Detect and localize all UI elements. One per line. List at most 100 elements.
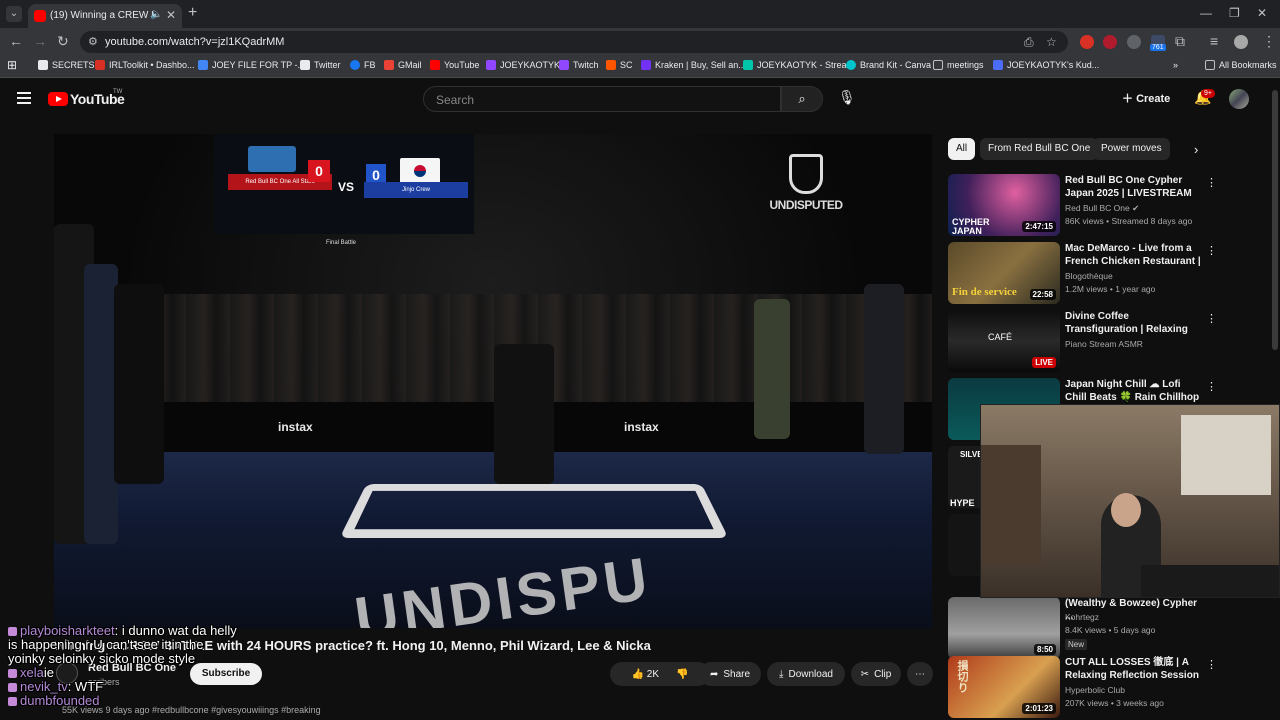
bookmark-item[interactable]: SC	[606, 60, 633, 70]
more-vert-icon[interactable]: ⋮	[1206, 658, 1217, 671]
back-icon[interactable]: ←	[9, 33, 23, 49]
microphone-icon[interactable]: 🎙	[838, 89, 856, 106]
rec-meta: 207K views • 3 weeks ago	[1065, 698, 1164, 708]
profile-icon[interactable]	[1234, 35, 1248, 49]
rec-channel: Piano Stream ASMR	[1065, 339, 1143, 349]
thumbs-down-icon[interactable]: 👎	[676, 669, 688, 680]
bookmark-item[interactable]: GMail	[384, 60, 422, 70]
reload-icon[interactable]: ↻	[57, 33, 69, 50]
more-vert-icon[interactable]: ⋮	[1206, 312, 1217, 325]
like-dislike-group: 👍 2K 👎	[610, 662, 710, 686]
extension-icon[interactable]	[1127, 35, 1141, 49]
bookmark-item[interactable]: YouTube	[430, 60, 479, 70]
extensions-puzzle-icon[interactable]: ⧉	[1175, 33, 1185, 50]
tab-close-icon[interactable]: ✕	[166, 8, 176, 22]
plus-icon: ＋	[1122, 93, 1137, 105]
chat-username: playboisharkteet	[20, 623, 115, 638]
browser-menu-icon[interactable]: ⋮	[1262, 33, 1276, 50]
video-thumbnail[interactable]: Fin de service 22:58	[948, 242, 1060, 304]
bookmark-item[interactable]: JOEYKAOTYK	[486, 60, 560, 70]
chip-all[interactable]: All	[948, 138, 976, 160]
clip-button[interactable]: ✂ Clip	[851, 662, 901, 686]
forward-icon[interactable]: →	[33, 33, 47, 49]
bookmark-item[interactable]: JOEYKAOTYK's Kud...	[993, 60, 1099, 70]
bookmark-item[interactable]: SECRETS	[38, 60, 95, 70]
webcam-shelf	[981, 445, 1041, 565]
address-bar[interactable]: ⚙ youtube.com/watch?v=jzl1KQadrMM ⎙ ☆	[80, 31, 1068, 53]
avatar[interactable]	[1229, 89, 1249, 109]
x-logo-icon	[300, 60, 310, 70]
bookmark-item[interactable]: meetings	[933, 60, 984, 70]
extension-badge: 761	[1150, 44, 1166, 51]
all-bookmarks[interactable]: All Bookmarks	[1205, 60, 1277, 70]
more-actions-button[interactable]: ⋯	[907, 662, 933, 686]
bookmark-item[interactable]: Kraken | Buy, Sell an...	[641, 60, 746, 70]
video-duration: 8:50	[1033, 644, 1056, 655]
rec-channel: Red Bull BC One ✔	[1065, 203, 1139, 214]
bookmark-label: Twitch	[573, 60, 599, 70]
bookmark-item[interactable]: Brand Kit - Canva	[846, 60, 931, 70]
live-badge: LIVE	[1032, 357, 1056, 368]
bookmark-label: YouTube	[444, 60, 480, 70]
restore-icon[interactable]: ❐	[1229, 6, 1240, 20]
extension-red-icon[interactable]	[1080, 35, 1094, 49]
url-text[interactable]: youtube.com/watch?v=jzl1KQadrMM	[105, 36, 284, 48]
chat-badge-icon	[8, 626, 17, 636]
thumbnail-text: HYPE	[950, 498, 975, 508]
more-vert-icon[interactable]: ⋮	[1206, 176, 1217, 189]
chip-from-channel[interactable]: From Red Bull BC One	[980, 138, 1099, 160]
bookmark-item[interactable]: IRLToolkit • Dashbo...	[95, 60, 195, 70]
create-button[interactable]: ＋ Create	[1122, 90, 1170, 106]
menu-icon[interactable]	[17, 92, 31, 104]
more-vert-icon[interactable]: ⋮	[1206, 380, 1217, 393]
floor-logo	[339, 484, 729, 538]
recommended-video[interactable]: CAFÉ LIVE Divine Coffee Transfiguration …	[948, 310, 1217, 372]
create-label: Create	[1136, 93, 1171, 105]
recommended-video[interactable]: 8:50 (Wealthy & Bowzee) Cypher ... Kohrt…	[948, 597, 1210, 659]
bookmark-item[interactable]: Twitch	[559, 60, 599, 70]
browser-tab[interactable]: (19) Winning a CREW BATTL 🔈 ✕	[28, 4, 182, 28]
share-button[interactable]: ➦ Share	[699, 662, 761, 686]
install-app-icon[interactable]: ⎙	[1024, 35, 1034, 50]
tab-search-icon[interactable]: ⌄	[6, 6, 22, 22]
chip-power-moves[interactable]: Power moves	[1093, 138, 1170, 160]
video-thumbnail[interactable]: 損切り 2:01:23	[948, 656, 1060, 718]
video-thumbnail[interactable]: CYPHER JAPAN 2:47:15	[948, 174, 1060, 236]
sponsor-text: instax	[278, 420, 313, 434]
bookmarks-overflow-icon[interactable]: »	[1173, 60, 1178, 70]
rec-meta: 86K views • Streamed 8 days ago	[1065, 216, 1193, 226]
more-vert-icon[interactable]: ⋮	[1206, 244, 1217, 257]
chat-message: playboisharkteet: i dunno wat da helly	[8, 624, 308, 638]
new-tab-icon[interactable]: +	[188, 4, 197, 22]
page-scrollbar[interactable]	[1272, 90, 1278, 350]
download-button[interactable]: ⤓ Download	[767, 662, 845, 686]
video-thumbnail[interactable]: CAFÉ LIVE	[948, 310, 1060, 372]
chat-badge-icon	[8, 682, 17, 692]
search-input[interactable]: Search	[423, 86, 781, 112]
bookmark-item[interactable]: Twitter	[300, 60, 341, 70]
shield-icon	[789, 154, 823, 194]
bookmark-item[interactable]: JOEY FILE FOR TP -...	[198, 60, 305, 70]
apps-grid-icon[interactable]: ⊞	[7, 58, 17, 72]
chat-text: ie	[43, 665, 54, 680]
recommended-video[interactable]: CYPHER JAPAN 2:47:15 Red Bull BC One Cyp…	[948, 174, 1217, 236]
recommended-video[interactable]: 損切り 2:01:23 CUT ALL LOSSES 徹底 | A Relaxi…	[948, 656, 1217, 718]
media-control-icon[interactable]: ≡	[1210, 33, 1218, 49]
video-thumbnail[interactable]: 8:50	[948, 597, 1060, 659]
like-button[interactable]: 👍 2K	[632, 669, 659, 680]
search-button[interactable]: ⌕	[781, 86, 823, 112]
minimize-icon[interactable]: —	[1200, 6, 1212, 20]
bookmark-star-icon[interactable]: ☆	[1046, 35, 1057, 49]
window-close-icon[interactable]: ✕	[1257, 6, 1267, 20]
speaker-icon[interactable]: 🔈	[150, 9, 162, 20]
recommended-video[interactable]: Fin de service 22:58 Mac DeMarco - Live …	[948, 242, 1217, 304]
soundcloud-icon	[606, 60, 616, 70]
video-player[interactable]: Red Bull BC One All Stars 0 VS 0 Jinjo C…	[54, 134, 932, 628]
korea-flag-icon	[400, 158, 440, 184]
site-info-icon[interactable]: ⚙	[88, 35, 98, 48]
video-duration: 2:47:15	[1022, 221, 1056, 232]
extension-icon[interactable]	[1103, 35, 1117, 49]
chevron-right-icon[interactable]: ›	[1194, 142, 1198, 157]
bookmark-item[interactable]: JOEYKAOTYK - Strea...	[743, 60, 854, 70]
bookmark-item[interactable]: FB	[350, 60, 376, 70]
